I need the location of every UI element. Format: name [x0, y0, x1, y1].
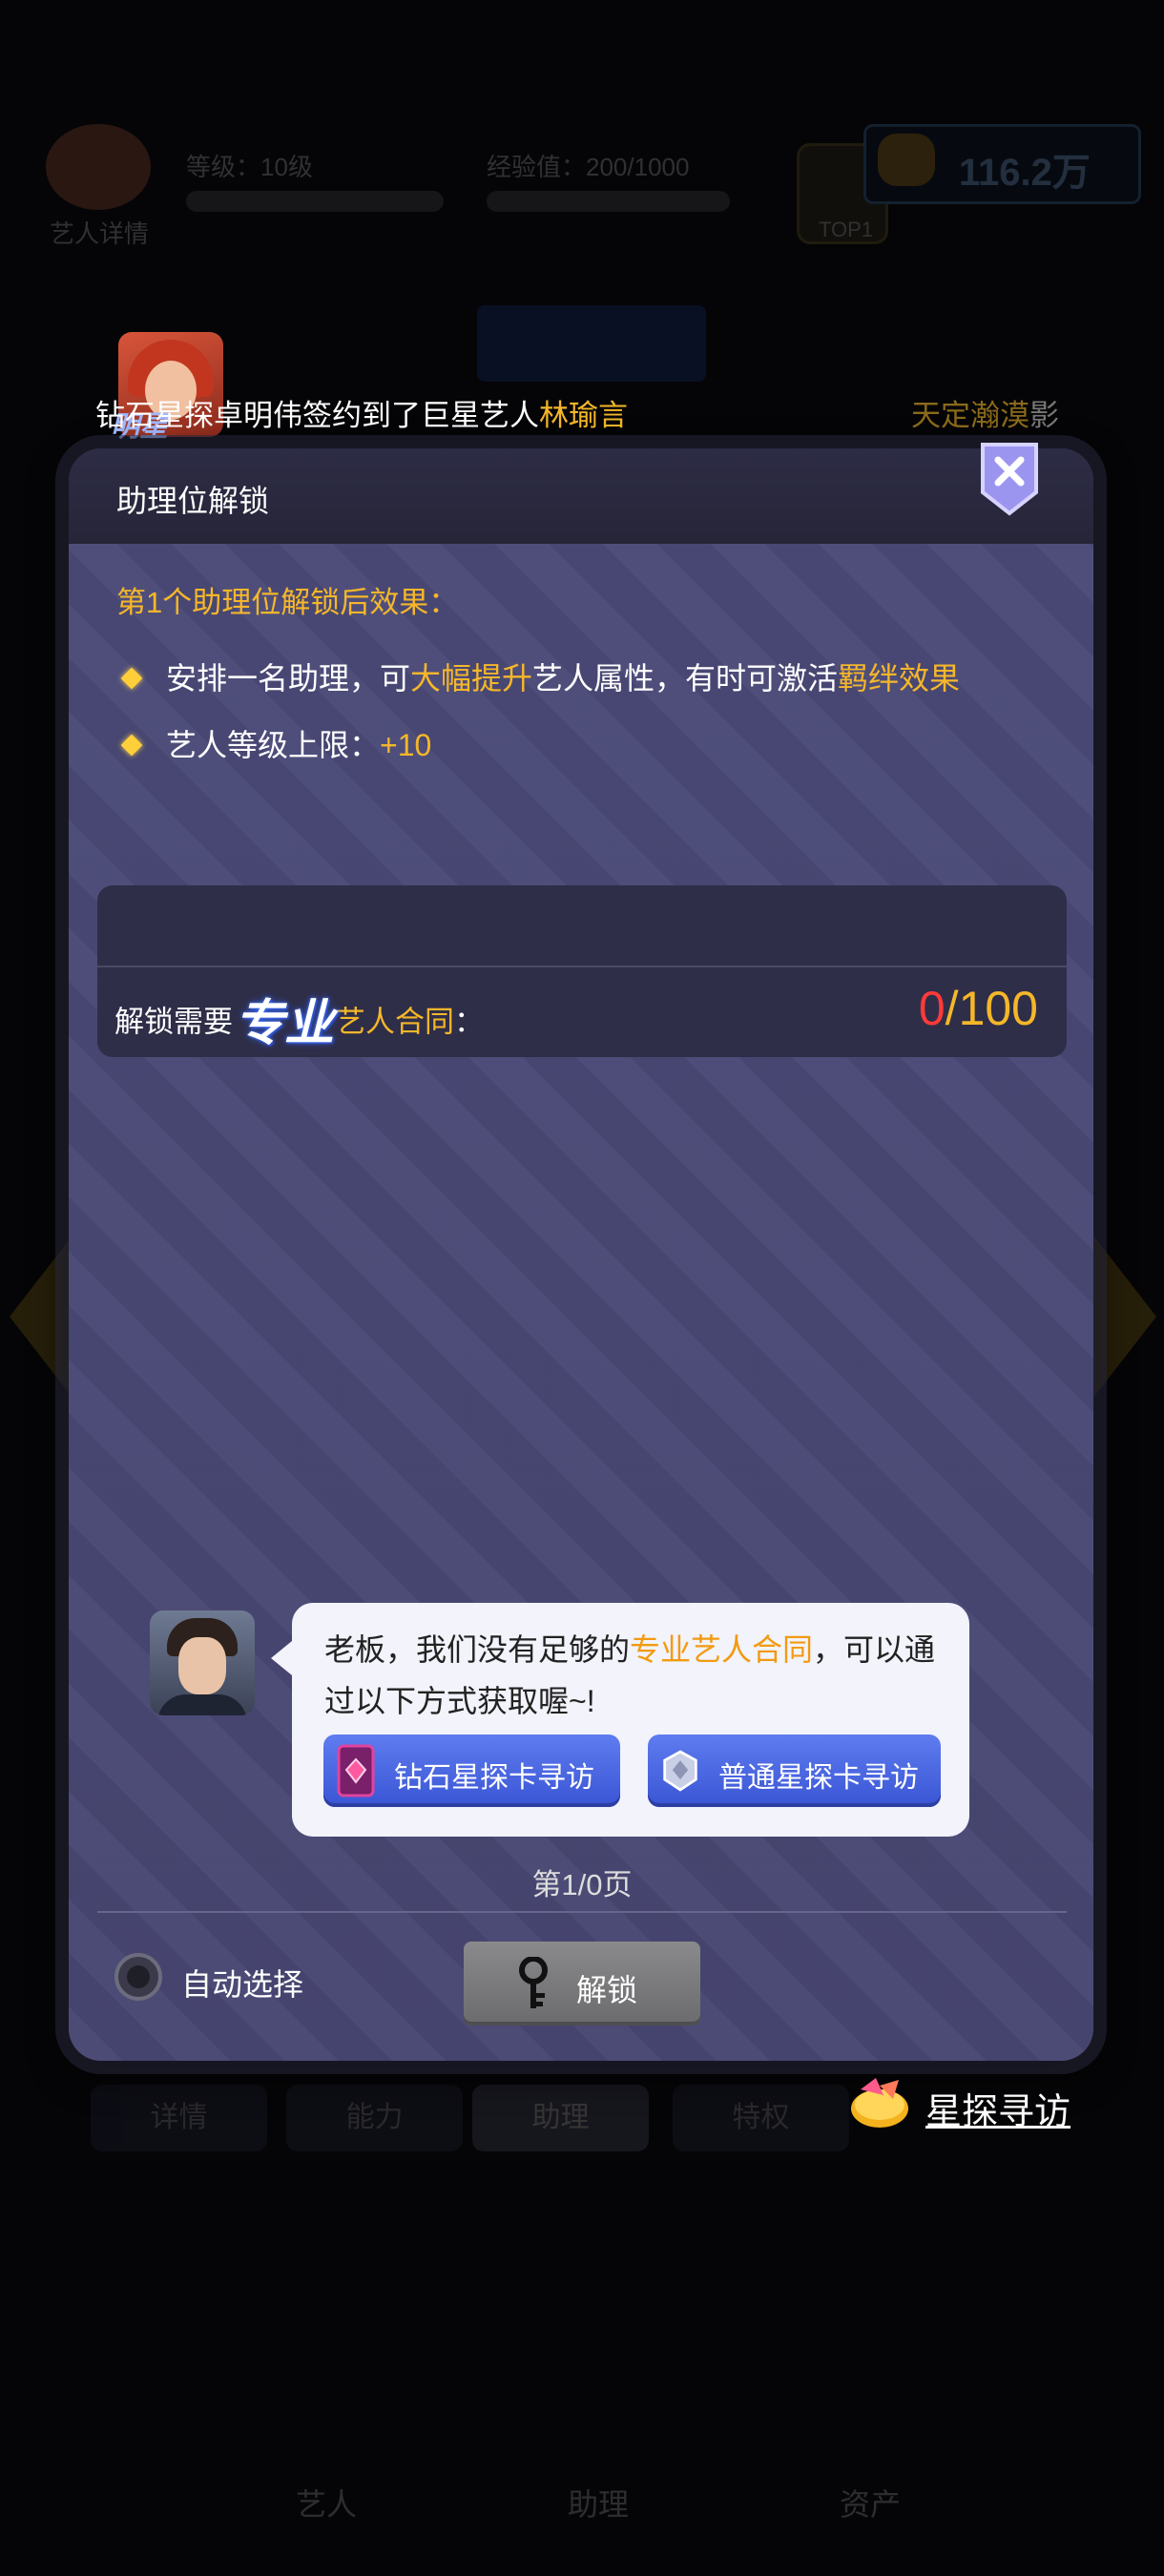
- scout-cards-icon: [851, 2078, 908, 2128]
- close-button[interactable]: [979, 439, 1040, 517]
- requirement-suffix: ：: [454, 1005, 485, 1039]
- effect-text: 艺人属性，有时可激活: [532, 661, 839, 696]
- assistant-speech-bubble: 老板，我们没有足够的专业艺人合同，可以通过以下方式获取喔~! 钻石星探卡寻访 普…: [271, 1603, 969, 1837]
- requirement-label: 解锁需要专业艺人合同：: [114, 988, 484, 1060]
- contract-required: 100: [958, 982, 1038, 1035]
- close-icon: [981, 443, 1038, 516]
- coin-icon: [878, 134, 935, 186]
- dialog-header: 助理位解锁: [69, 448, 1093, 544]
- exp-label: 经验值：200/1000: [487, 153, 690, 181]
- ticker-next-message: 天定瀚漠影: [911, 391, 1059, 434]
- unlock-button[interactable]: 解锁: [464, 1942, 700, 2025]
- level-bar: [186, 191, 444, 212]
- assistant-message: 老板，我们没有足够的专业艺人合同，可以通过以下方式获取喔~!: [324, 1624, 945, 1727]
- star-banner: [477, 305, 706, 382]
- level-label: 等级：10级: [186, 153, 313, 181]
- exp-bar: [487, 191, 730, 212]
- requirement-panel: 解锁需要专业艺人合同： 0/100: [97, 885, 1067, 1057]
- tab-privilege: 特权: [673, 2085, 849, 2151]
- ticker-next-suffix: 影: [1029, 399, 1059, 432]
- effect-heading: 第1个助理位解锁后效果：: [116, 586, 459, 619]
- tab-ability: 能力: [286, 2085, 463, 2151]
- dialog-title: 助理位解锁: [116, 484, 270, 518]
- footer-divider: [97, 1911, 1067, 1913]
- effect-highlight: +10: [380, 728, 432, 762]
- contract-name: 艺人合同: [336, 1005, 455, 1039]
- unlock-label: 解锁: [576, 1973, 638, 2007]
- effect-text: 艺人等级上限：: [166, 728, 381, 762]
- contract-count: 0/100: [919, 981, 1038, 1036]
- prev-arrow-icon: [10, 1231, 76, 1402]
- diamond-scout-card-label: 钻石星探卡寻访: [394, 1762, 594, 1794]
- normal-scout-card-button[interactable]: 普通星探卡寻访: [648, 1735, 941, 1807]
- coin-amount: 116.2万: [959, 152, 1091, 194]
- key-icon: [519, 1957, 548, 2008]
- ticker-message: 钻石星探卓明伟签约到了巨星艺人林瑜言: [95, 391, 628, 434]
- assistant-avatar: [150, 1610, 255, 1715]
- requirement-prefix: 解锁需要: [114, 1005, 233, 1039]
- diamond-bullet-icon: [120, 734, 143, 756]
- nav-assistant: 助理: [568, 2487, 630, 2522]
- professional-badge: 专业: [235, 996, 335, 1051]
- ticker-next-prefix: 天定瀚漠: [911, 399, 1029, 432]
- star-scout-label: 星探寻访: [925, 2092, 1071, 2132]
- message-highlight: 专业艺人合同: [630, 1632, 814, 1667]
- bottom-nav: 艺人 助理 资产: [0, 2442, 1164, 2576]
- page-indicator: 第1/0页: [531, 1868, 633, 1901]
- normal-scout-card-label: 普通星探卡寻访: [718, 1762, 919, 1794]
- next-arrow-icon: [1090, 1231, 1156, 1402]
- contract-current: 0: [918, 982, 946, 1035]
- requirement-divider: [97, 966, 1067, 967]
- profile-avatar: [46, 124, 151, 210]
- auto-select-label: 自动选择: [181, 1967, 304, 2002]
- effect-item: 艺人等级上限：+10: [120, 721, 432, 765]
- effect-item: 安排一名助理，可大幅提升艺人属性，有时可激活羁绊效果: [120, 654, 961, 698]
- effect-text: 安排一名助理，可: [166, 661, 411, 696]
- tab-details: 详情: [91, 2085, 267, 2151]
- effect-highlight: 羁绊效果: [838, 661, 961, 696]
- auto-select-radio[interactable]: [114, 1953, 162, 2001]
- message-text: 老板，我们没有足够的: [324, 1632, 631, 1667]
- effect-highlight: 大幅提升: [410, 661, 533, 696]
- profile-label: 艺人详情: [50, 219, 150, 248]
- nav-artist: 艺人: [296, 2487, 358, 2522]
- contract-separator: /: [945, 982, 959, 1035]
- diamond-scout-card-icon: [337, 1744, 375, 1797]
- tab-assistant: 助理: [472, 2085, 649, 2151]
- rank-label: TOP1: [819, 218, 874, 241]
- ticker-prefix: 钻石星探卓明伟签约到了巨星艺人: [95, 399, 539, 432]
- diamond-scout-card-button[interactable]: 钻石星探卡寻访: [323, 1735, 620, 1807]
- diamond-bullet-icon: [120, 667, 143, 689]
- ticker-artist-name: 林瑜言: [539, 399, 628, 432]
- nav-assets: 资产: [840, 2487, 902, 2522]
- normal-scout-card-icon: [663, 1750, 697, 1792]
